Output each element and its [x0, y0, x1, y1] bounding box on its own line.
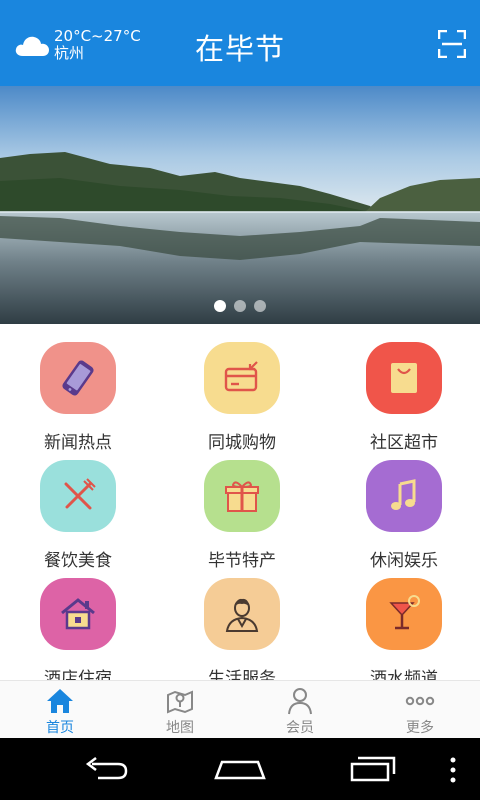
carousel-dot[interactable] [254, 300, 266, 312]
carousel-indicator [0, 300, 480, 312]
recent-apps-icon[interactable] [350, 754, 398, 782]
carousel-dot[interactable] [214, 300, 226, 312]
category-shopping[interactable]: 同城购物 [164, 324, 324, 453]
scan-icon[interactable] [437, 29, 467, 59]
tab-more[interactable]: 更多 [360, 681, 480, 739]
category-news[interactable]: 新闻热点 [0, 324, 160, 453]
category-hotel[interactable]: 酒店住宿 [0, 560, 160, 680]
category-specialty-tile[interactable] [204, 460, 280, 532]
tab-label: 地图 [166, 720, 194, 736]
banner-image [0, 86, 480, 324]
bottom-tab-bar: 首页 地图 会员 更多 [0, 680, 480, 738]
menu-dots-icon[interactable] [448, 756, 458, 784]
app-header: 20°C~27°C 杭州 在毕节 [0, 0, 480, 86]
category-label: 生活服务 [208, 669, 276, 680]
carousel-dot[interactable] [234, 300, 246, 312]
page-title: 在毕节 [194, 32, 285, 66]
tab-map[interactable]: 地图 [120, 681, 240, 739]
category-entertainment-tile[interactable] [366, 460, 442, 532]
more-icon [405, 696, 435, 706]
category-drinks-tile[interactable] [366, 578, 442, 650]
category-shopping-tile[interactable] [204, 342, 280, 414]
banner-carousel[interactable] [0, 86, 480, 324]
home-button-icon[interactable] [214, 758, 266, 780]
category-food-tile[interactable] [40, 460, 116, 532]
category-life-service-tile[interactable] [204, 578, 280, 650]
category-grid: 新闻热点 同城购物 社区超市 餐饮美食 毕节特产 休闲娱乐 酒店住宿 生活服务 … [0, 324, 480, 680]
fork-knife-icon [64, 478, 96, 510]
category-hotel-tile[interactable] [40, 578, 116, 650]
tab-home[interactable]: 首页 [0, 681, 120, 739]
phone-icon [62, 360, 94, 396]
house-icon [61, 598, 95, 630]
person-icon [225, 598, 259, 632]
cocktail-icon [389, 595, 420, 630]
gift-icon [225, 481, 259, 512]
tab-member[interactable]: 会员 [240, 681, 360, 739]
category-news-tile[interactable] [40, 342, 116, 414]
user-icon [288, 688, 312, 715]
category-drinks[interactable]: 酒水频道 [326, 560, 480, 680]
category-life-service[interactable]: 生活服务 [164, 560, 324, 680]
category-specialty[interactable]: 毕节特产 [164, 442, 324, 571]
shopping-bag-icon [391, 363, 417, 393]
category-food[interactable]: 餐饮美食 [0, 442, 160, 571]
home-icon [47, 689, 73, 713]
category-label: 酒店住宿 [44, 669, 112, 680]
card-icon [224, 361, 258, 392]
tab-label: 首页 [46, 720, 74, 736]
back-icon[interactable] [84, 756, 130, 782]
system-nav-bar [0, 738, 480, 800]
category-supermarket[interactable]: 社区超市 [326, 324, 480, 453]
category-label: 酒水频道 [370, 669, 438, 680]
category-supermarket-tile[interactable] [366, 342, 442, 414]
tab-label: 会员 [286, 720, 314, 736]
tab-label: 更多 [406, 720, 434, 736]
category-entertainment[interactable]: 休闲娱乐 [326, 442, 480, 571]
map-icon [167, 690, 193, 714]
music-note-icon [391, 479, 416, 510]
